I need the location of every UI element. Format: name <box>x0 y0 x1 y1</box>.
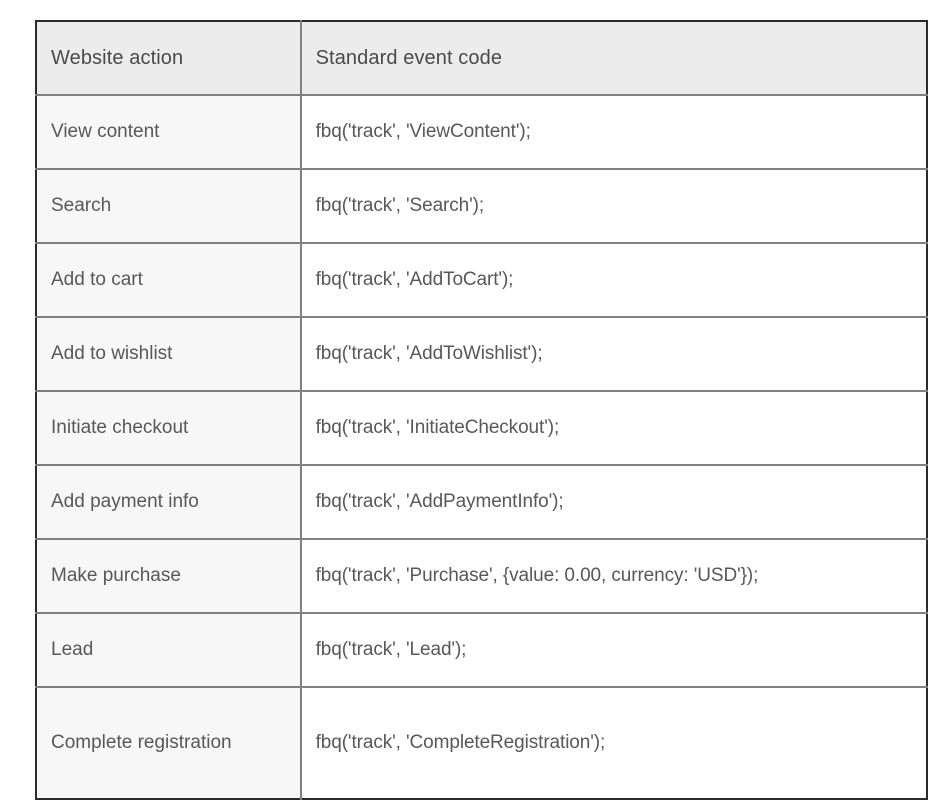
cell-website-action: Initiate checkout <box>36 391 301 465</box>
cell-standard-event-code: fbq('track', 'Lead'); <box>301 613 927 687</box>
column-header-standard-event-code: Standard event code <box>301 21 927 95</box>
cell-website-action: Lead <box>36 613 301 687</box>
table-row: Add to wishlistfbq('track', 'AddToWishli… <box>36 317 927 391</box>
cell-website-action: Search <box>36 169 301 243</box>
table-container: Website action Standard event code View … <box>35 20 928 800</box>
cell-website-action: View content <box>36 95 301 169</box>
standard-event-codes-table: Website action Standard event code View … <box>35 20 928 800</box>
table-row: Add payment infofbq('track', 'AddPayment… <box>36 465 927 539</box>
cell-standard-event-code: fbq('track', 'Search'); <box>301 169 927 243</box>
table-row: Make purchasefbq('track', 'Purchase', {v… <box>36 539 927 613</box>
cell-website-action: Add to wishlist <box>36 317 301 391</box>
cell-website-action: Make purchase <box>36 539 301 613</box>
cell-website-action: Complete registration <box>36 687 301 799</box>
table-header: Website action Standard event code <box>36 21 927 95</box>
cell-website-action: Add to cart <box>36 243 301 317</box>
table-header-row: Website action Standard event code <box>36 21 927 95</box>
table-row: Initiate checkoutfbq('track', 'InitiateC… <box>36 391 927 465</box>
cell-website-action: Add payment info <box>36 465 301 539</box>
cell-standard-event-code: fbq('track', 'CompleteRegistration'); <box>301 687 927 799</box>
cell-standard-event-code: fbq('track', 'AddToWishlist'); <box>301 317 927 391</box>
cell-standard-event-code: fbq('track', 'AddPaymentInfo'); <box>301 465 927 539</box>
cell-standard-event-code: fbq('track', 'ViewContent'); <box>301 95 927 169</box>
table-row: Leadfbq('track', 'Lead'); <box>36 613 927 687</box>
table-row: Add to cartfbq('track', 'AddToCart'); <box>36 243 927 317</box>
table-row: Searchfbq('track', 'Search'); <box>36 169 927 243</box>
cell-standard-event-code: fbq('track', 'AddToCart'); <box>301 243 927 317</box>
cell-standard-event-code: fbq('track', 'Purchase', {value: 0.00, c… <box>301 539 927 613</box>
table-row: Complete registrationfbq('track', 'Compl… <box>36 687 927 799</box>
column-header-website-action: Website action <box>36 21 301 95</box>
cell-standard-event-code: fbq('track', 'InitiateCheckout'); <box>301 391 927 465</box>
table-row: View contentfbq('track', 'ViewContent'); <box>36 95 927 169</box>
table-body: View contentfbq('track', 'ViewContent');… <box>36 95 927 799</box>
page-root: Website action Standard event code View … <box>0 0 952 800</box>
